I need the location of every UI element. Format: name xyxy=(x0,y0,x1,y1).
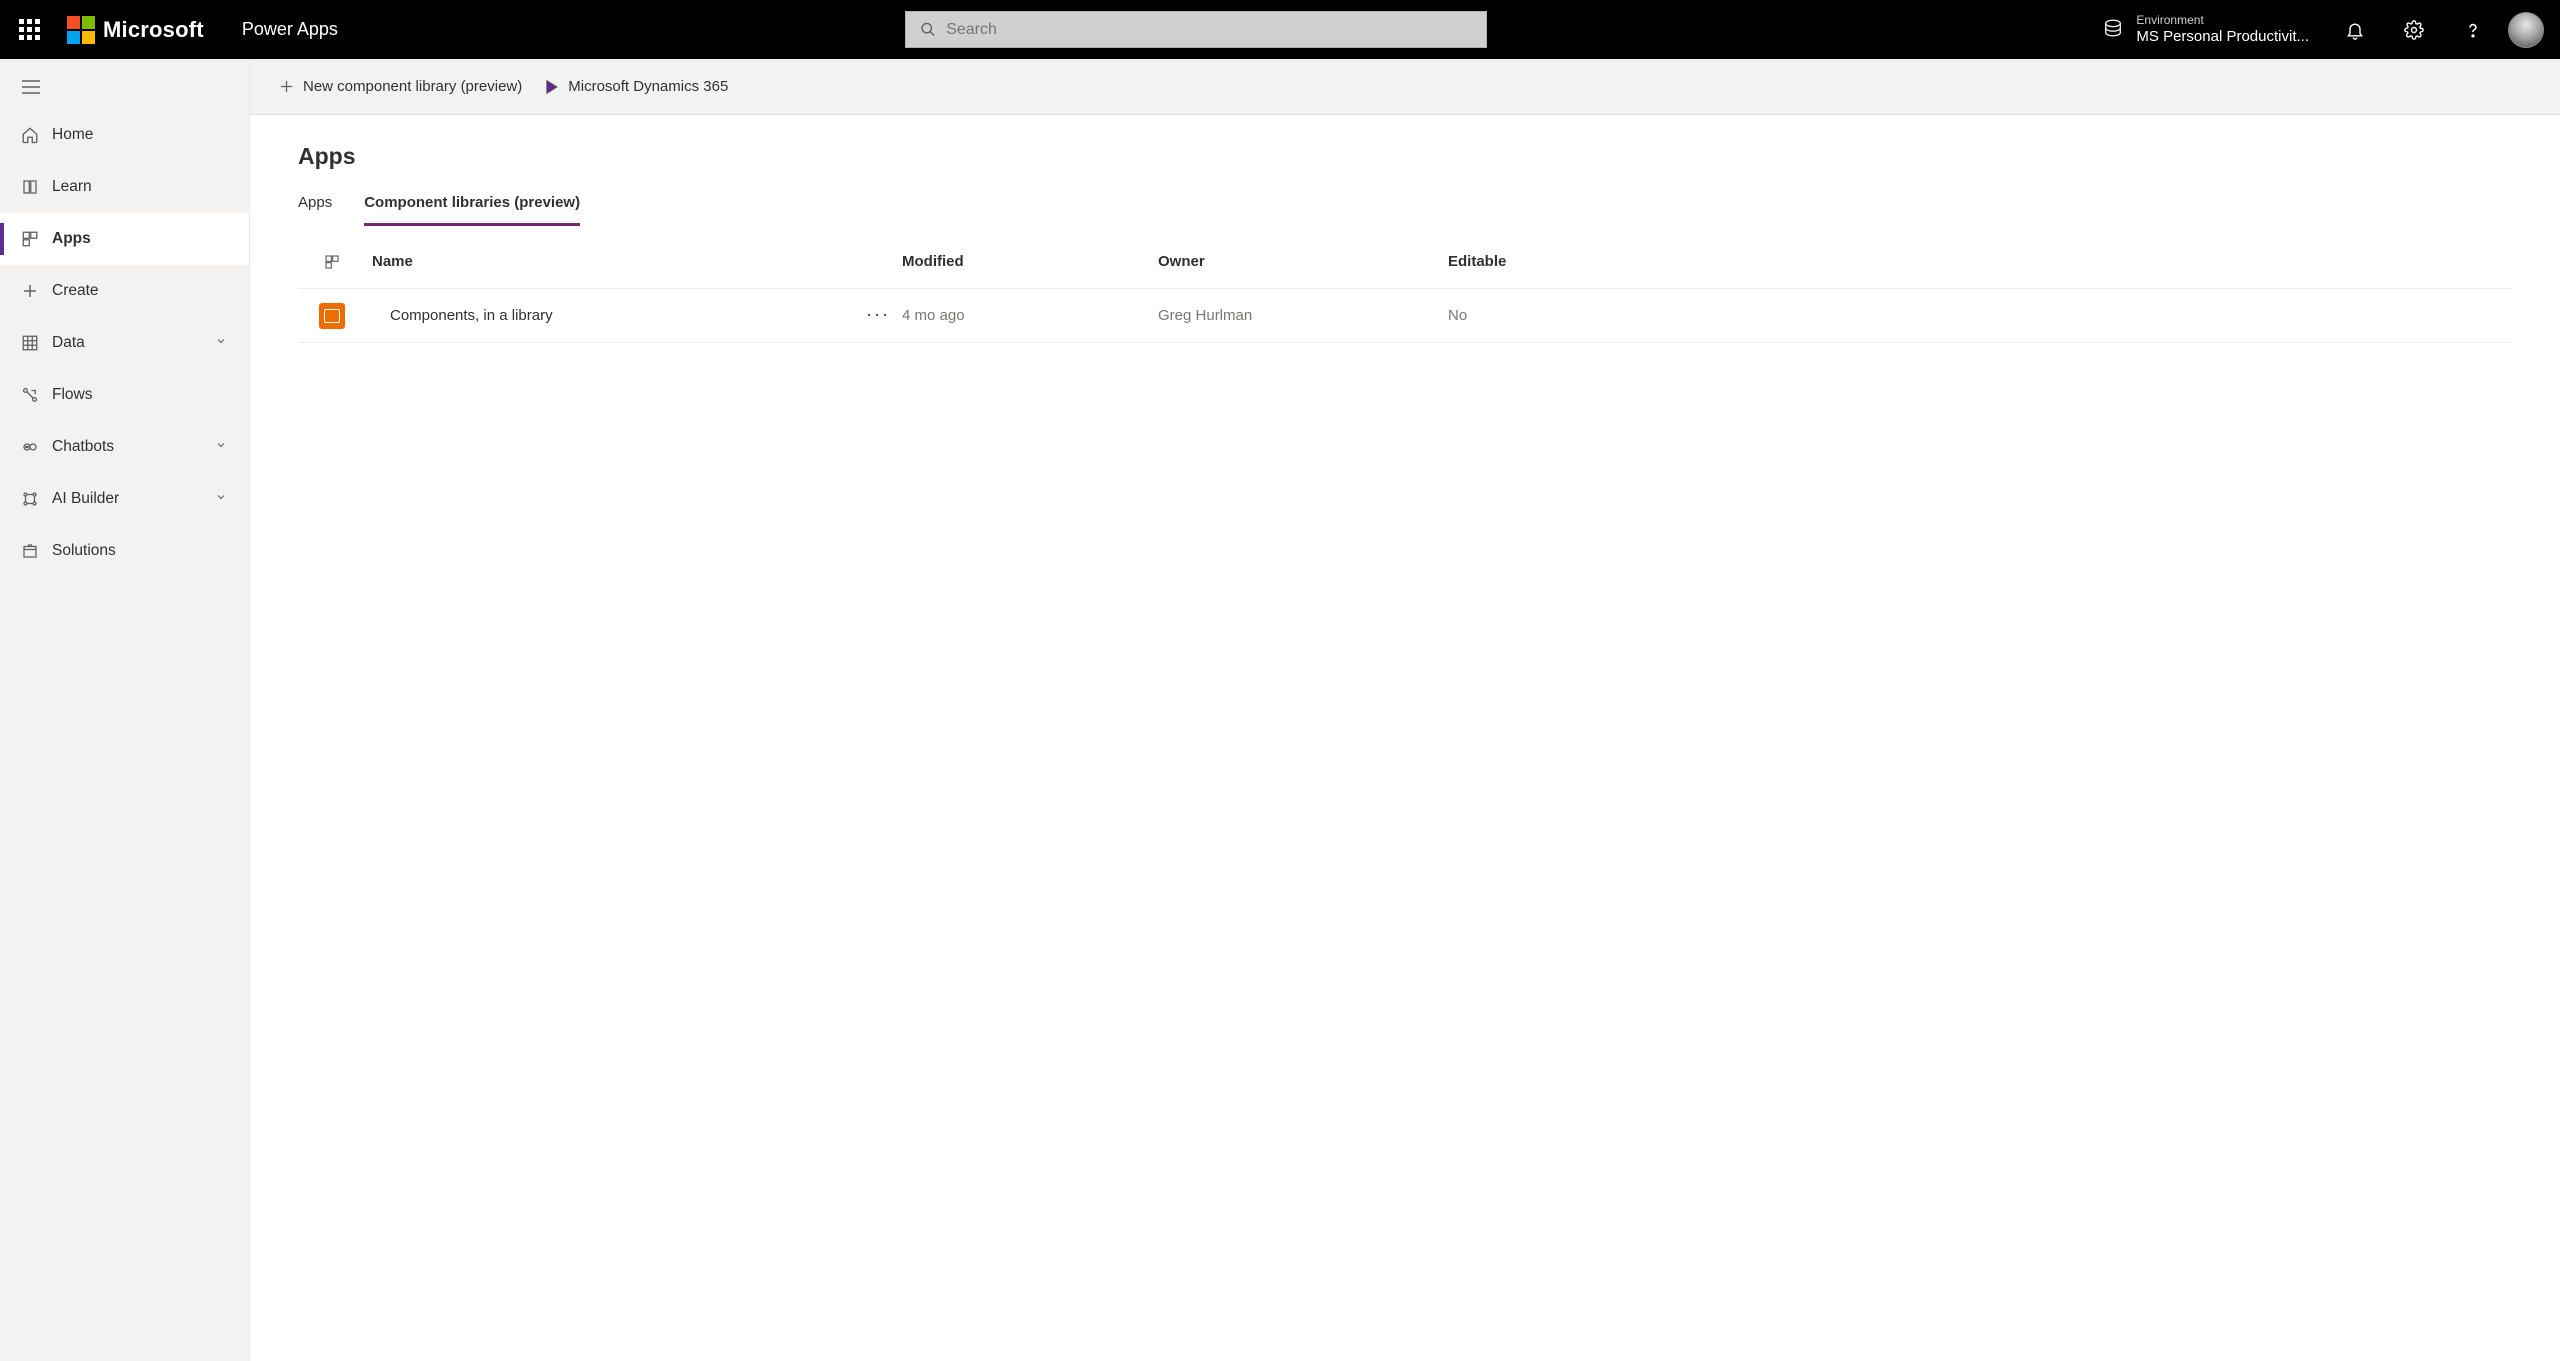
sidebar-item-label: Create xyxy=(52,282,99,300)
grid-icon xyxy=(16,334,44,352)
sidebar-item-label: Home xyxy=(52,126,93,144)
home-icon xyxy=(16,126,44,144)
book-icon xyxy=(16,178,44,196)
flow-icon xyxy=(16,386,44,404)
microsoft-wordmark: Microsoft xyxy=(103,17,204,43)
column-header-editable[interactable]: Editable xyxy=(1448,253,2512,270)
notifications-button[interactable] xyxy=(2325,0,2384,59)
sidebar-item-label: Solutions xyxy=(52,542,116,560)
row-owner: Greg Hurlman xyxy=(1158,307,1448,324)
chat-icon xyxy=(16,438,44,456)
microsoft-logo-icon xyxy=(67,16,95,44)
dynamics-365-label: Microsoft Dynamics 365 xyxy=(568,78,728,95)
header-right: Environment MS Personal Productivit... xyxy=(2102,0,2560,59)
nav-collapse-button[interactable] xyxy=(0,65,249,109)
sidebar-item-label: AI Builder xyxy=(52,490,119,508)
sidebar-item-label: Data xyxy=(52,334,85,352)
apps-column-icon xyxy=(324,254,340,270)
sidebar-item-home[interactable]: Home xyxy=(0,109,249,161)
list-row[interactable]: Components, in a library ···4 mo agoGreg … xyxy=(298,289,2512,343)
environment-picker[interactable]: Environment MS Personal Productivit... xyxy=(2102,13,2317,45)
ai-icon xyxy=(16,490,44,508)
environment-name: MS Personal Productivit... xyxy=(2136,28,2309,46)
new-component-library-button[interactable]: New component library (preview) xyxy=(278,78,522,95)
user-avatar[interactable] xyxy=(2508,12,2544,48)
gear-icon xyxy=(2404,20,2424,40)
bell-icon xyxy=(2345,20,2365,40)
plus-icon xyxy=(278,78,295,95)
row-modified: 4 mo ago xyxy=(902,307,1158,324)
plus-icon xyxy=(16,282,44,300)
tab-apps[interactable]: Apps xyxy=(298,194,332,226)
sidebar-item-chatbots[interactable]: Chatbots xyxy=(0,421,249,473)
sidebar-item-label: Chatbots xyxy=(52,438,114,456)
chevron-down-icon xyxy=(215,438,249,456)
chevron-down-icon xyxy=(215,490,249,508)
column-header-modified[interactable]: Modified xyxy=(902,253,1158,270)
sidebar-item-learn[interactable]: Learn xyxy=(0,161,249,213)
help-button[interactable] xyxy=(2443,0,2502,59)
column-header-name[interactable]: Name xyxy=(366,253,902,270)
sidebar-item-label: Learn xyxy=(52,178,92,196)
search-icon xyxy=(920,21,936,38)
sidebar-item-label: Flows xyxy=(52,386,92,404)
question-icon xyxy=(2463,20,2483,40)
tab-component-libraries-preview-[interactable]: Component libraries (preview) xyxy=(364,194,580,226)
sidebar-item-ai-builder[interactable]: AI Builder xyxy=(0,473,249,525)
dynamics-icon xyxy=(544,79,560,95)
tabs: Apps Component libraries (preview) xyxy=(298,194,2512,227)
package-icon xyxy=(16,542,44,560)
global-header: Microsoft Power Apps Environment MS Pers… xyxy=(0,0,2560,59)
command-bar: New component library (preview) Microsof… xyxy=(250,59,2560,115)
search-input[interactable] xyxy=(946,21,1472,39)
settings-button[interactable] xyxy=(2384,0,2443,59)
column-header-owner[interactable]: Owner xyxy=(1158,253,1448,270)
left-nav: Home Learn Apps Create Data Flows Chatbots AI B… xyxy=(0,59,250,1361)
row-name: Components, in a library xyxy=(390,307,553,324)
app-launcher-button[interactable] xyxy=(0,0,59,59)
apps-icon xyxy=(16,230,44,248)
environment-label: Environment xyxy=(2136,13,2309,27)
dynamics-365-button[interactable]: Microsoft Dynamics 365 xyxy=(544,78,728,95)
list-header: Name Modified Owner Editable xyxy=(298,235,2512,289)
environment-icon xyxy=(2102,17,2124,42)
global-search-box[interactable] xyxy=(905,11,1487,48)
sidebar-item-flows[interactable]: Flows xyxy=(0,369,249,421)
page-title: Apps xyxy=(298,143,2512,170)
main-region: New component library (preview) Microsof… xyxy=(250,59,2560,1361)
sidebar-item-solutions[interactable]: Solutions xyxy=(0,525,249,577)
chevron-down-icon xyxy=(215,334,249,352)
sidebar-item-label: Apps xyxy=(52,230,91,248)
row-more-button[interactable]: ··· xyxy=(856,307,902,324)
app-title[interactable]: Power Apps xyxy=(242,19,338,40)
waffle-icon xyxy=(19,19,40,40)
sidebar-item-data[interactable]: Data xyxy=(0,317,249,369)
hamburger-icon xyxy=(22,79,40,95)
sidebar-item-apps[interactable]: Apps xyxy=(0,213,249,265)
row-editable: No xyxy=(1448,307,2512,324)
sidebar-item-create[interactable]: Create xyxy=(0,265,249,317)
component-library-icon xyxy=(319,303,345,329)
new-component-library-label: New component library (preview) xyxy=(303,78,522,95)
content-region: Apps Apps Component libraries (preview) N… xyxy=(250,115,2560,1361)
